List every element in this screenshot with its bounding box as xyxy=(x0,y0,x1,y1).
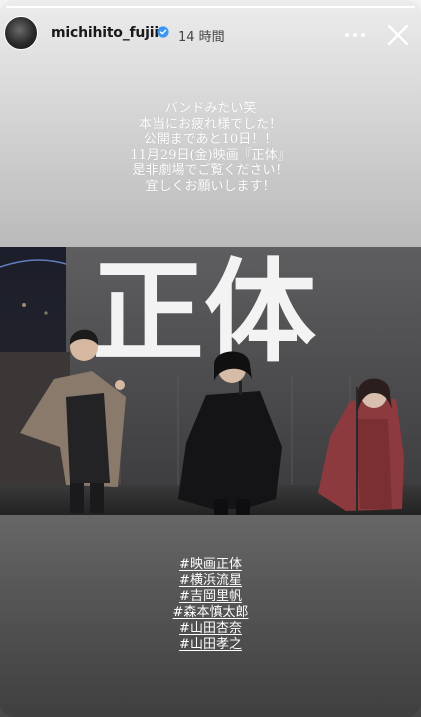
close-icon[interactable] xyxy=(387,24,409,46)
story-progress-fill xyxy=(6,6,415,8)
post-time: 14 時間 xyxy=(178,30,225,45)
hashtag-link[interactable]: #山田杏奈 xyxy=(179,621,242,637)
hashtag-link[interactable]: #森本慎太郎 xyxy=(173,605,249,621)
story-header: michihito_fujii 14 時間 xyxy=(0,14,421,58)
avatar[interactable] xyxy=(4,16,38,50)
event-photo: 正体 xyxy=(0,247,421,515)
hashtag-link[interactable]: #横浜流星 xyxy=(179,573,242,589)
caption-line: 宜しくお願いします！ xyxy=(145,178,276,194)
caption-line: バンドみたい笑 xyxy=(164,101,257,116)
hashtag-link[interactable]: #山田孝之 xyxy=(179,637,242,653)
story-viewer[interactable]: michihito_fujii 14 時間 バンドみたい笑 本当にお疲れ様でした… xyxy=(0,0,421,717)
caption-line: 本当にお疲れ様でした！ xyxy=(138,116,282,132)
more-options-icon[interactable] xyxy=(342,25,368,45)
caption-line: 是非劇場でご覧ください！ xyxy=(132,163,289,178)
caption-line: 11月29日(金)映画『正体』 xyxy=(130,147,291,163)
username[interactable]: michihito_fujii xyxy=(51,25,159,41)
hashtag-list: #映画正体 #横浜流星 #吉岡里帆 #森本慎太郎 #山田杏奈 #山田孝之 xyxy=(0,557,421,653)
verified-badge-icon xyxy=(157,26,169,38)
story-caption: バンドみたい笑 本当にお疲れ様でした！ 公開まであと10日！！ 11月29日(金… xyxy=(0,101,421,194)
story-progress-bar xyxy=(6,6,415,8)
sign-text: 正体 xyxy=(92,248,316,378)
hashtag-link[interactable]: #吉岡里帆 xyxy=(179,589,242,605)
caption-line: 公開まであと10日！！ xyxy=(143,132,278,147)
hashtag-link[interactable]: #映画正体 xyxy=(179,557,242,573)
event-photo-illustration: 正体 xyxy=(0,247,421,515)
